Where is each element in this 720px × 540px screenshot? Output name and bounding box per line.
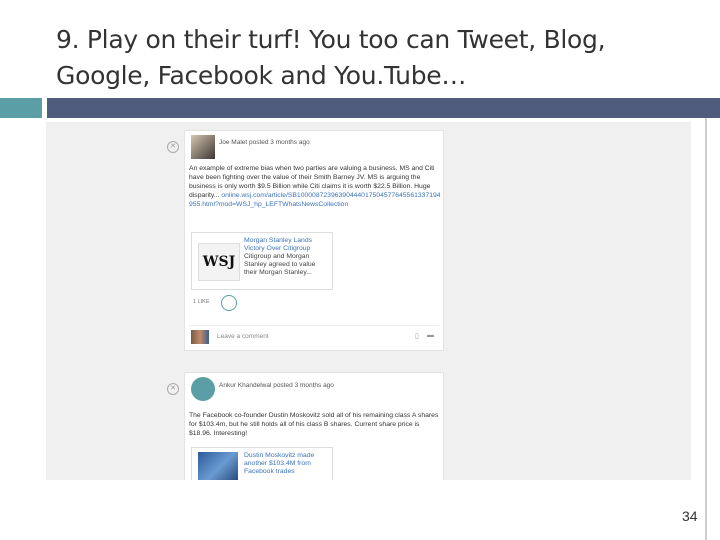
preview-title[interactable]: Dustin Moskovitz made another $103.4M fr… — [244, 452, 328, 476]
post-body: An example of extreme bias when two part… — [189, 164, 441, 209]
post-author-line[interactable]: Joe Malet posted 3 months ago — [219, 139, 310, 146]
post-author-line[interactable]: Ankur Khandelwal posted 3 months ago — [219, 382, 334, 389]
avatar[interactable] — [191, 135, 215, 159]
title-accent-bar-teal — [0, 98, 42, 118]
link-preview[interactable]: WSJ Morgan Stanley Lands Victory Over Ci… — [191, 232, 333, 290]
page-number: 34 — [682, 508, 698, 524]
embedded-feed-screenshot: ✕ Joe Malet posted 3 months ago An examp… — [46, 122, 691, 480]
slide-right-divider — [705, 118, 707, 540]
share-icon[interactable] — [221, 295, 237, 311]
feed-post-card: ✕ Joe Malet posted 3 months ago An examp… — [167, 130, 444, 351]
wsj-logo: WSJ — [198, 243, 240, 281]
comment-bar: Leave a comment ▯ ▬ — [189, 325, 439, 346]
avatar[interactable] — [191, 377, 215, 401]
post-text: The Facebook co-founder Dustin Moskovitz… — [189, 412, 439, 437]
comment-input[interactable]: Leave a comment — [217, 333, 269, 340]
close-icon[interactable]: ✕ — [167, 141, 179, 153]
feed-post-card: ✕ Ankur Khandelwal posted 3 months ago T… — [167, 372, 444, 480]
link-preview[interactable]: Dustin Moskovitz made another $103.4M fr… — [191, 447, 333, 480]
close-icon[interactable]: ✕ — [167, 383, 179, 395]
preview-thumbnail — [198, 452, 238, 480]
attachment-icon[interactable]: ▯ — [415, 332, 419, 340]
slide-title: 9. Play on their turf! You too can Tweet… — [56, 25, 606, 90]
avatar — [191, 330, 209, 344]
title-accent-bar-navy — [47, 98, 720, 118]
preview-description: Citigroup and Morgan Stanley agreed to v… — [244, 253, 316, 276]
like-count[interactable]: 1 LIKE — [193, 299, 210, 305]
post-link[interactable]: online.wsj.com/article/SB100008723963904… — [189, 192, 441, 208]
comment-icon[interactable]: ▬ — [427, 332, 434, 339]
preview-title[interactable]: Morgan Stanley Lands Victory Over Citigr… — [244, 237, 328, 253]
